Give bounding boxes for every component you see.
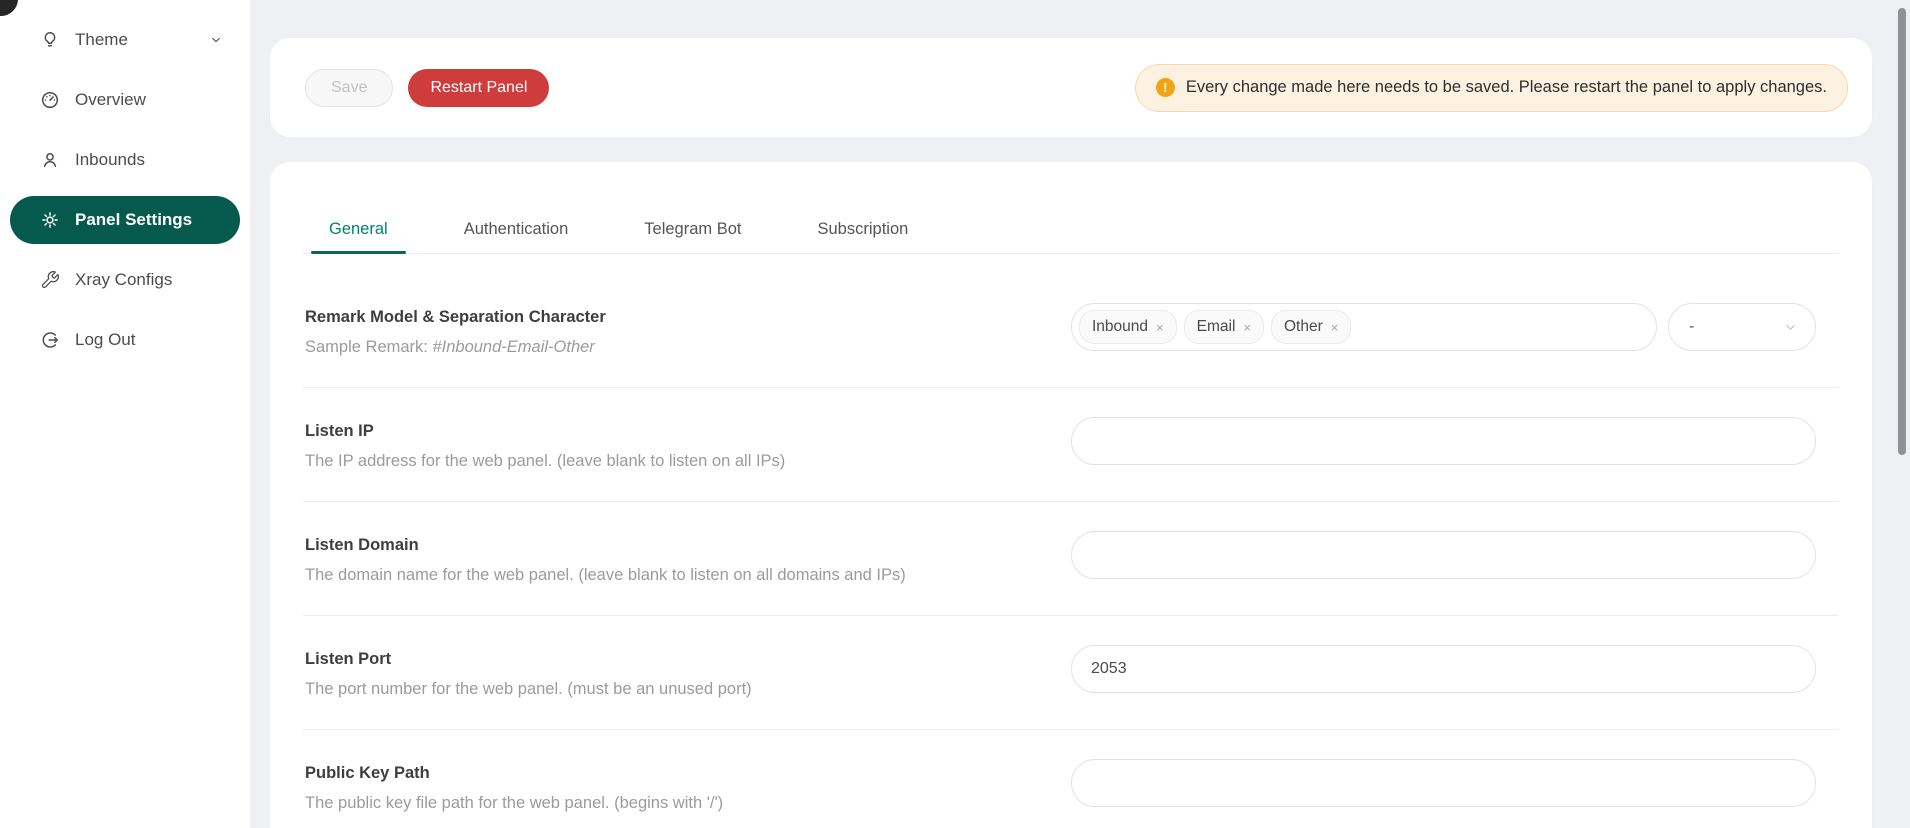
setting-description: Sample Remark: #Inbound-Email-Other	[305, 338, 606, 357]
sample-remark-value: #Inbound-Email-Other	[432, 338, 594, 356]
logout-icon	[40, 330, 60, 350]
setting-info: Public Key Path The public key file path …	[303, 759, 723, 813]
setting-control	[1071, 759, 1839, 807]
tab-telegram-bot[interactable]: Telegram Bot	[626, 219, 759, 253]
listen-ip-input[interactable]	[1071, 417, 1816, 465]
sidebar-item-theme[interactable]: Theme	[10, 16, 240, 64]
wrench-icon	[40, 270, 60, 290]
listen-port-input[interactable]	[1071, 645, 1816, 693]
chevron-down-icon	[1782, 319, 1799, 336]
lightbulb-icon	[40, 30, 60, 50]
tag-label: Email	[1197, 318, 1236, 336]
tag-close-icon[interactable]: ×	[1156, 321, 1164, 334]
settings-row-remark-model-separation-character: Remark Model & Separation Character Sampl…	[303, 274, 1839, 388]
setting-info: Listen Port The port number for the web p…	[303, 645, 752, 699]
sidebar-item-label: Xray Configs	[75, 270, 172, 290]
public-key-path-input[interactable]	[1071, 759, 1816, 807]
remark-tags-input[interactable]: Inbound × Email × Other ×	[1071, 303, 1657, 351]
settings-row-listen-domain: Listen Domain The domain name for the web…	[303, 502, 1839, 616]
restart-panel-button[interactable]: Restart Panel	[408, 69, 549, 107]
setting-description: The IP address for the web panel. (leave…	[305, 452, 785, 471]
scrollbar-thumb[interactable]	[1898, 8, 1906, 455]
settings-row-public-key-path: Public Key Path The public key file path …	[303, 730, 1839, 828]
sidebar-item-panel-settings[interactable]: Panel Settings	[10, 196, 240, 244]
setting-control	[1071, 531, 1839, 579]
tag-close-icon[interactable]: ×	[1331, 321, 1339, 334]
separator-select-value: -	[1689, 318, 1694, 336]
tab-authentication[interactable]: Authentication	[446, 219, 587, 253]
tag-close-icon[interactable]: ×	[1243, 321, 1251, 334]
alert-text: Every change made here needs to be saved…	[1186, 78, 1827, 97]
toolbar-card: Save Restart Panel ! Every change made h…	[270, 38, 1872, 137]
setting-description: The port number for the web panel. (must…	[305, 680, 752, 699]
setting-control: Inbound × Email × Other × -	[1071, 303, 1839, 351]
setting-title: Listen IP	[305, 422, 785, 441]
setting-info: Listen Domain The domain name for the web…	[303, 531, 906, 585]
setting-description: The public key file path for the web pan…	[305, 794, 723, 813]
chevron-down-icon	[208, 32, 224, 48]
settings-card: General Authentication Telegram Bot Subscri…	[270, 162, 1872, 828]
sidebar: Theme Overview Inbounds Panel Settings Xray …	[0, 0, 250, 828]
tab-general[interactable]: General	[311, 219, 406, 253]
tag-email: Email ×	[1184, 310, 1264, 344]
tag-label: Other	[1284, 318, 1323, 336]
setting-description-text: Sample Remark:	[305, 338, 432, 356]
restart-warning-alert: ! Every change made here needs to be sav…	[1135, 64, 1848, 112]
tag-inbound: Inbound ×	[1079, 310, 1177, 344]
sidebar-nav: Theme Overview Inbounds Panel Settings Xray …	[0, 0, 250, 364]
settings-rows: Remark Model & Separation Character Sampl…	[302, 254, 1840, 828]
settings-row-listen-ip: Listen IP The IP address for the web pane…	[303, 388, 1839, 502]
setting-control	[1071, 417, 1839, 465]
setting-info: Listen IP The IP address for the web pane…	[303, 417, 785, 471]
setting-info: Remark Model & Separation Character Sampl…	[303, 303, 606, 357]
gear-icon	[40, 210, 60, 230]
sidebar-item-log-out[interactable]: Log Out	[10, 316, 240, 364]
sidebar-item-label: Theme	[75, 30, 128, 50]
sidebar-item-label: Log Out	[75, 330, 136, 350]
setting-title: Remark Model & Separation Character	[305, 308, 606, 327]
tag-other: Other ×	[1271, 310, 1351, 344]
sidebar-item-xray-configs[interactable]: Xray Configs	[10, 256, 240, 304]
sidebar-item-overview[interactable]: Overview	[10, 76, 240, 124]
main-content: Save Restart Panel ! Every change made h…	[270, 0, 1872, 828]
sidebar-item-label: Overview	[75, 90, 146, 110]
sidebar-item-inbounds[interactable]: Inbounds	[10, 136, 240, 184]
tab-bar: General Authentication Telegram Bot Subscri…	[303, 162, 1839, 254]
settings-row-listen-port: Listen Port The port number for the web p…	[303, 616, 1839, 730]
setting-title: Public Key Path	[305, 764, 723, 783]
setting-title: Listen Domain	[305, 536, 906, 555]
listen-domain-input[interactable]	[1071, 531, 1816, 579]
save-button[interactable]: Save	[305, 69, 393, 107]
setting-title: Listen Port	[305, 650, 752, 669]
warning-icon: !	[1156, 78, 1175, 97]
sidebar-item-label: Panel Settings	[75, 210, 192, 230]
separator-select[interactable]: -	[1668, 303, 1816, 351]
sidebar-item-label: Inbounds	[75, 150, 145, 170]
dashboard-icon	[40, 90, 60, 110]
tab-subscription[interactable]: Subscription	[800, 219, 927, 253]
user-icon	[40, 150, 60, 170]
setting-description: The domain name for the web panel. (leav…	[305, 566, 906, 585]
setting-control	[1071, 645, 1839, 693]
tag-label: Inbound	[1092, 318, 1148, 336]
